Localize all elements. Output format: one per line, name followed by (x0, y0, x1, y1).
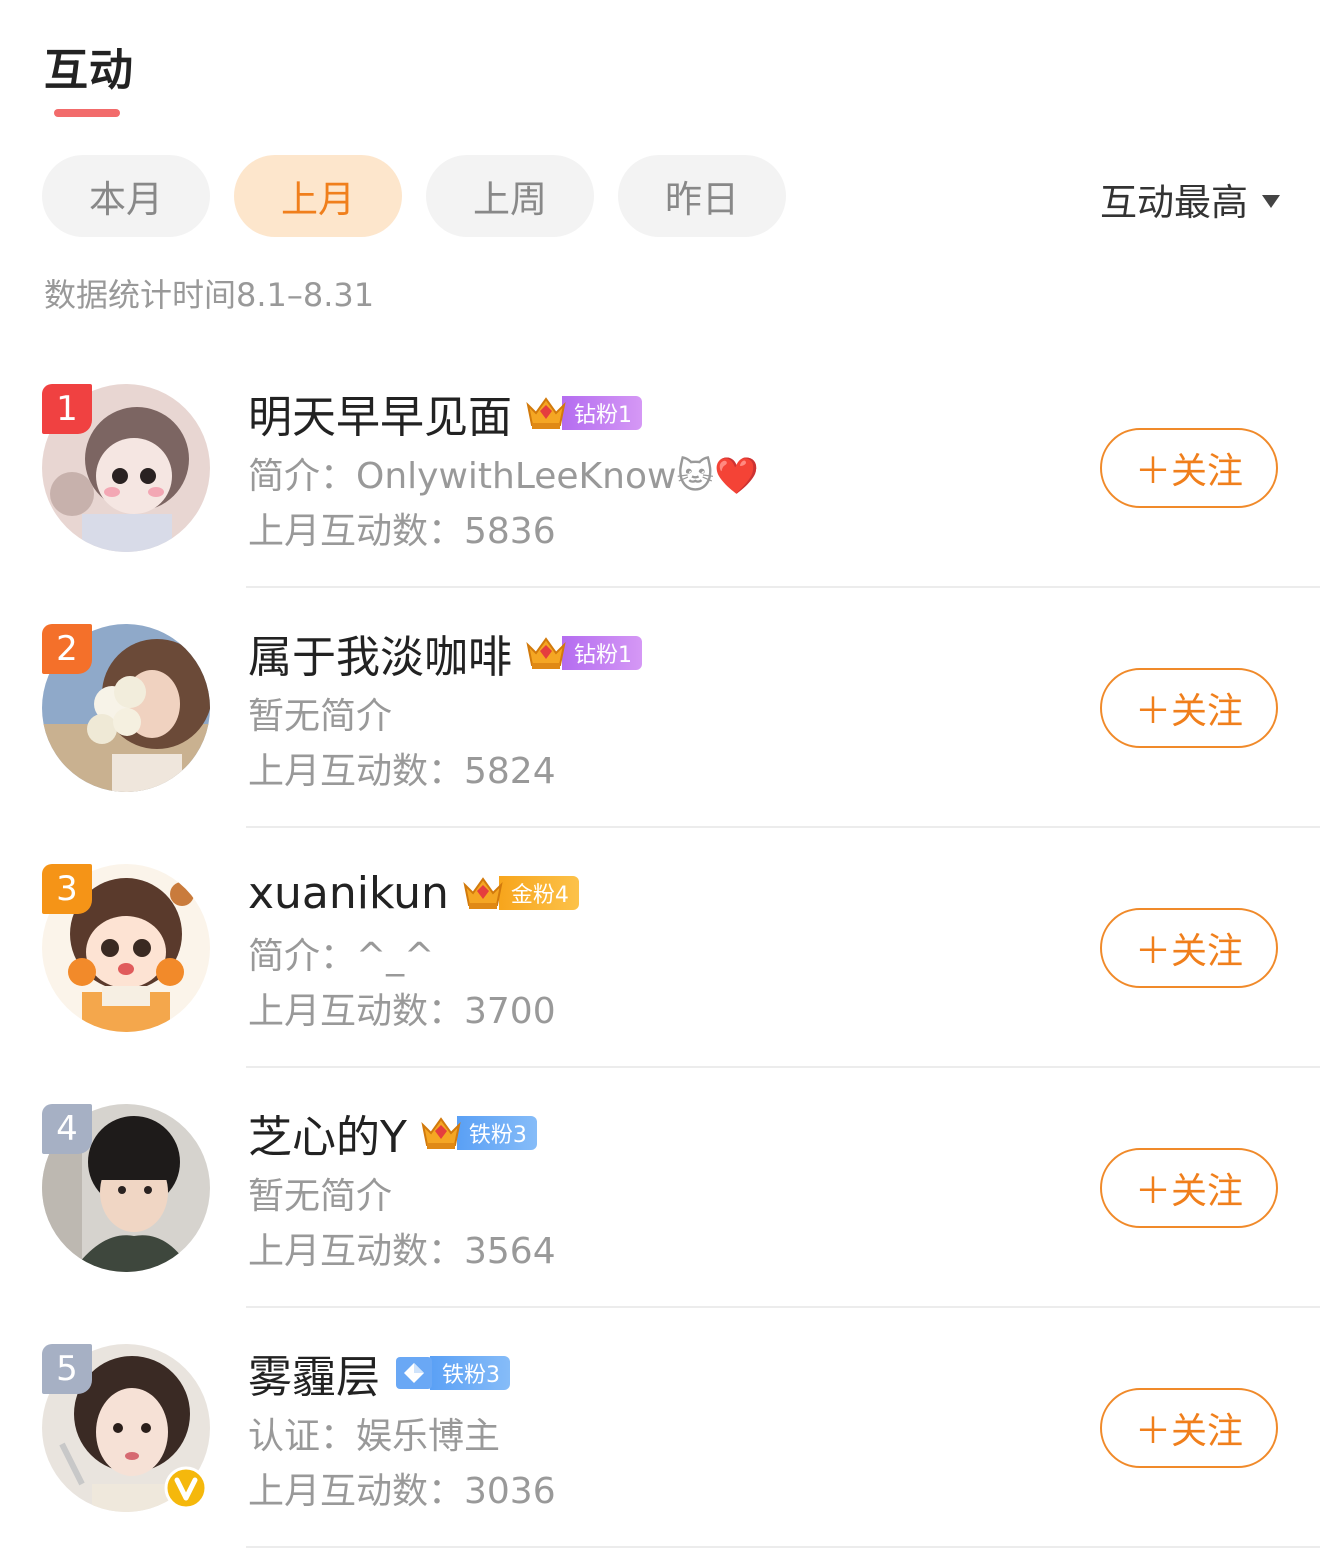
rank-badge: 2 (42, 624, 92, 674)
rank-badge: 4 (42, 1104, 92, 1154)
fan-badge-label: 铁粉3 (456, 1116, 537, 1150)
follow-button[interactable]: ＋关注 (1100, 1388, 1278, 1468)
interaction-count: 上月互动数：3564 (248, 1231, 556, 1272)
list-item[interactable]: 4 芝心的Y 铁粉3 暂无简介 上月互动数：3564 ＋关注 (0, 1068, 1320, 1308)
list-item[interactable]: 2 属于我淡咖啡 钻粉1 暂无简介 上月互动数：5824 ＋关注 (0, 588, 1320, 828)
fan-badge: 钻粉1 (524, 395, 642, 431)
user-name[interactable]: 芝心的Y (248, 1101, 407, 1165)
sort-dropdown[interactable]: 互动最高 (1100, 172, 1280, 226)
crown-icon (463, 877, 503, 909)
follow-button[interactable]: ＋关注 (1100, 428, 1278, 508)
user-name[interactable]: 雾霾层 (248, 1341, 380, 1405)
crown-icon (421, 1117, 461, 1149)
title-underline (54, 109, 120, 117)
rank-badge: 1 (42, 384, 92, 434)
interaction-count: 上月互动数：5836 (248, 511, 556, 552)
crown-icon (526, 397, 566, 429)
rank-badge: 3 (42, 864, 92, 914)
tab-last-week[interactable]: 上周 (426, 155, 594, 237)
interaction-count: 上月互动数：5824 (248, 751, 556, 792)
fan-badge: 铁粉3 (419, 1115, 537, 1151)
user-bio: 暂无简介 (248, 1176, 393, 1217)
list-item[interactable]: 1 明天早早见面 钻粉1 简介：OnlywithLeeKnow🐱❤️ 上月互动数… (0, 348, 1320, 588)
follow-button[interactable]: ＋关注 (1100, 1148, 1278, 1228)
interaction-count: 上月互动数：3700 (248, 991, 556, 1032)
page-title: 互动 (44, 45, 134, 96)
fan-badge-label: 钻粉1 (562, 396, 642, 430)
user-bio: 暂无简介 (248, 696, 393, 737)
user-bio: 认证：娱乐博主 (248, 1416, 501, 1457)
tab-last-month[interactable]: 上月 (234, 155, 402, 237)
user-bio: 简介：^_^ (248, 936, 435, 977)
fan-badge-label: 铁粉3 (430, 1356, 510, 1390)
follow-button[interactable]: ＋关注 (1100, 908, 1278, 988)
verified-icon (164, 1466, 208, 1510)
caret-down-icon (1262, 194, 1280, 208)
stat-time: 数据统计时间8.1–8.31 (44, 276, 375, 314)
user-name[interactable]: xuanikun (248, 868, 449, 919)
sort-label: 互动最高 (1100, 181, 1248, 224)
fan-badge-label: 金粉4 (498, 876, 579, 910)
period-tabs: 本月 上月 上周 昨日 (42, 155, 786, 237)
diamond-icon (396, 1357, 432, 1389)
fan-badge: 金粉4 (461, 875, 579, 911)
user-name[interactable]: 属于我淡咖啡 (248, 621, 512, 685)
fan-badge: 铁粉3 (392, 1355, 510, 1391)
crown-icon (526, 637, 566, 669)
rank-badge: 5 (42, 1344, 92, 1394)
follow-button[interactable]: ＋关注 (1100, 668, 1278, 748)
list-item[interactable]: 3 xuanikun 金粉4 简介：^_^ 上月互动数：3700 ＋关注 (0, 828, 1320, 1068)
fan-badge-label: 钻粉1 (562, 636, 642, 670)
fan-badge: 钻粉1 (524, 635, 642, 671)
user-name[interactable]: 明天早早见面 (248, 381, 512, 445)
user-list: 1 明天早早见面 钻粉1 简介：OnlywithLeeKnow🐱❤️ 上月互动数… (0, 348, 1320, 1548)
tab-yesterday[interactable]: 昨日 (618, 155, 786, 237)
tab-this-month[interactable]: 本月 (42, 155, 210, 237)
user-bio: 简介：OnlywithLeeKnow🐱❤️ (248, 456, 759, 497)
interaction-count: 上月互动数：3036 (248, 1471, 556, 1512)
list-item[interactable]: 5 雾霾层 铁粉3 认证：娱乐博主 上月互动数：3036 ＋关注 (0, 1308, 1320, 1548)
